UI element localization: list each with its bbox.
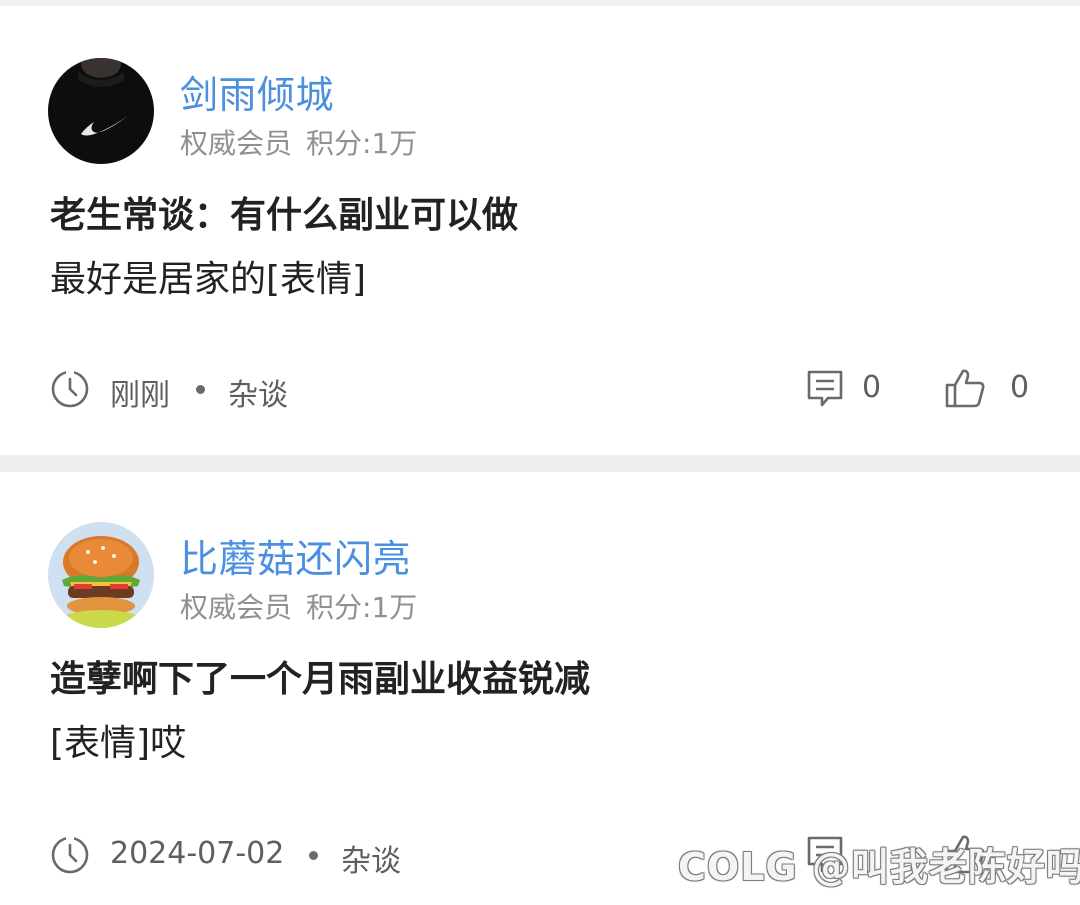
like-count: 0: [1010, 370, 1030, 405]
post-title: 老生常谈：有什么副业可以做: [50, 195, 519, 236]
separator-dot: [196, 385, 205, 394]
comment-icon: [807, 370, 843, 407]
post-body: 最好是居家的[表情]: [50, 259, 367, 300]
comment-button[interactable]: 0: [806, 364, 886, 414]
post-content[interactable]: 造孽啊下了一个月雨副业收益锐减 [表情]哎: [50, 648, 590, 776]
username[interactable]: 比蘑菇还闪亮: [180, 528, 411, 583]
post-footer: 刚刚 杂谈 0 0: [0, 364, 1080, 414]
post-category[interactable]: 杂谈: [341, 836, 401, 880]
like-button[interactable]: 0: [944, 364, 1044, 414]
avatar[interactable]: [48, 58, 154, 164]
member-level: 权威会员: [180, 127, 293, 160]
member-level: 权威会员: [180, 591, 293, 624]
user-meta: 权威会员 积分:1万: [180, 586, 417, 626]
thumbs-up-icon: [945, 369, 985, 408]
watermark: COLG @叫我老陈好吗: [678, 845, 1080, 889]
separator-dot: [309, 851, 318, 860]
post-body: [表情]哎: [50, 723, 187, 764]
post-card[interactable]: 剑雨倾城 权威会员 积分:1万 老生常谈：有什么副业可以做 最好是居家的[表情] …: [0, 0, 1080, 455]
post-separator: [0, 455, 1080, 472]
user-score: 积分:1万: [306, 591, 418, 624]
username[interactable]: 剑雨倾城: [180, 64, 334, 119]
clock-icon: [51, 836, 89, 874]
post-content[interactable]: 老生常谈：有什么副业可以做 最好是居家的[表情]: [50, 184, 518, 312]
post-time: 2024-07-02: [110, 836, 285, 871]
post-time: 刚刚: [110, 378, 170, 413]
clock-icon: [51, 370, 89, 408]
post-title: 造孽啊下了一个月雨副业收益锐减: [50, 659, 591, 700]
comment-count: 0: [862, 370, 882, 405]
post-category[interactable]: 杂谈: [228, 370, 288, 414]
avatar[interactable]: [48, 522, 154, 628]
user-score: 积分:1万: [306, 127, 418, 160]
user-meta: 权威会员 积分:1万: [180, 122, 417, 162]
